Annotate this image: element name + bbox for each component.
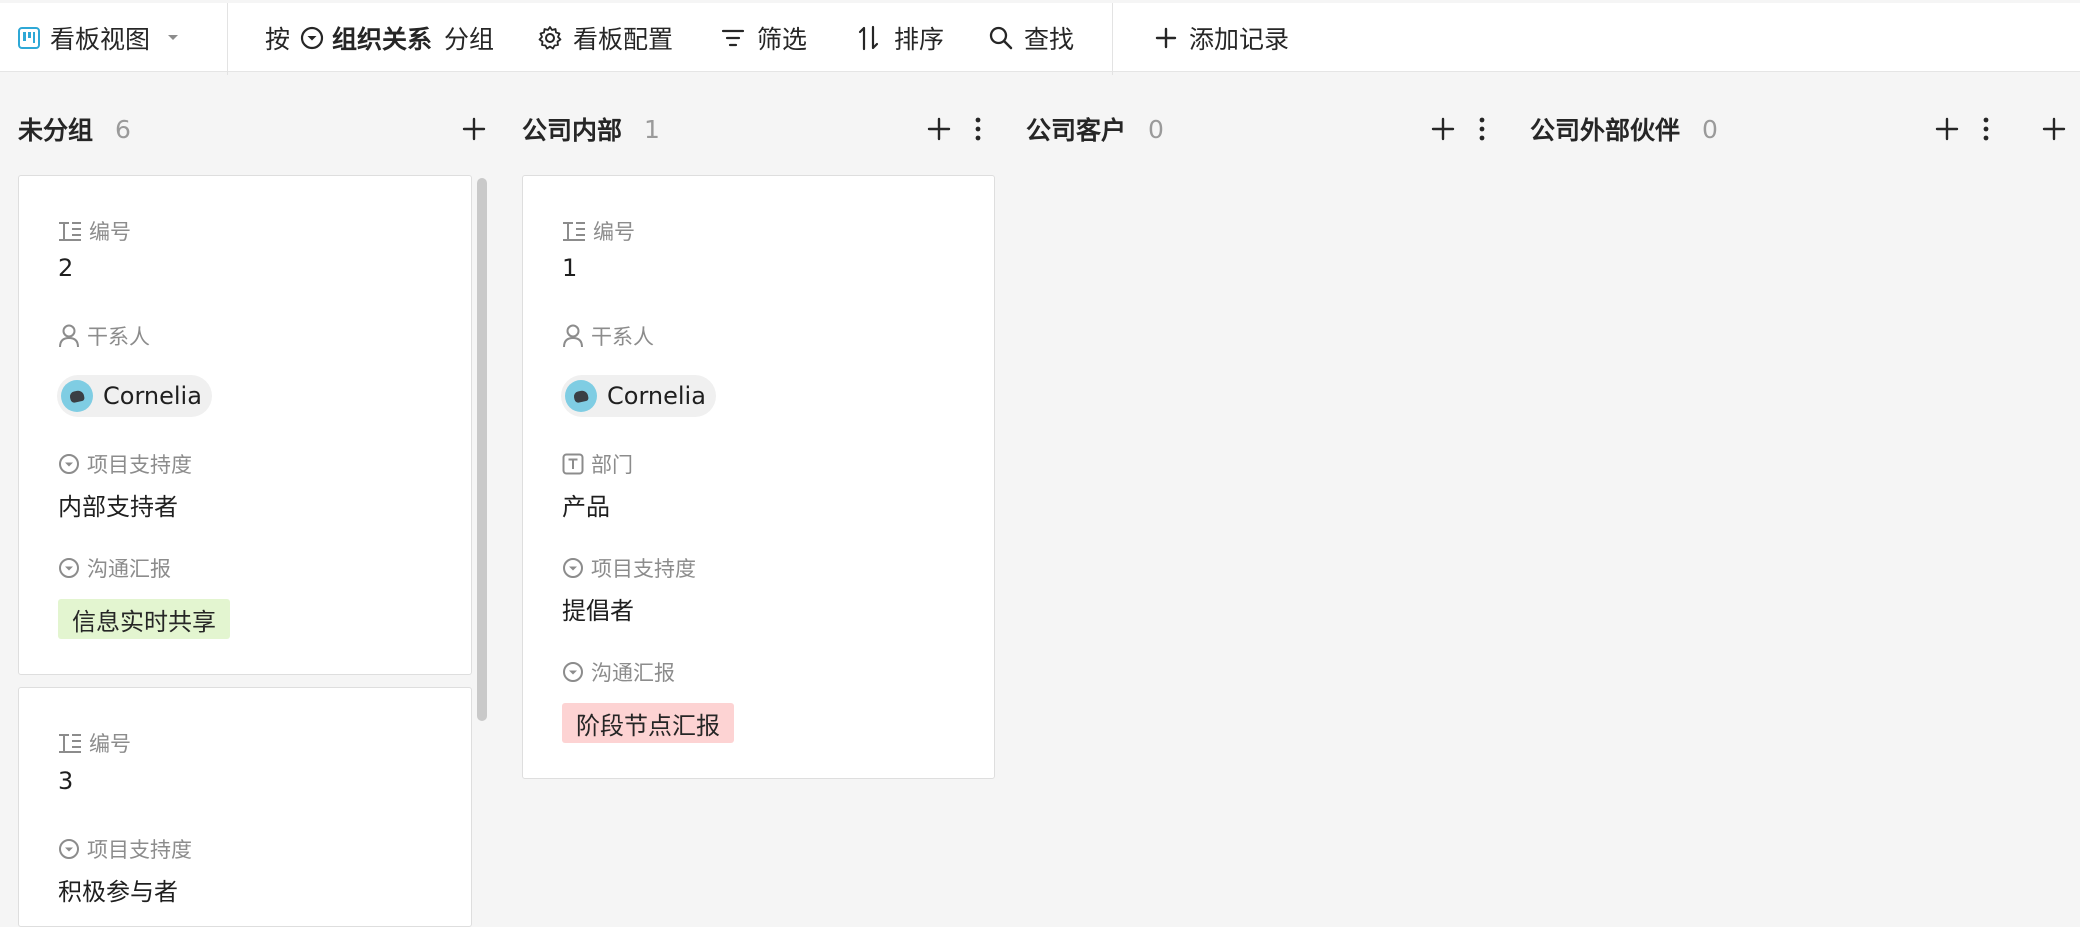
field-label-department: 部门 bbox=[562, 449, 633, 479]
column-header-internal: 公司内部 1 bbox=[522, 112, 660, 146]
gear-icon bbox=[538, 25, 562, 49]
caret-down-icon bbox=[168, 34, 179, 40]
field-label-number: 编号 bbox=[58, 728, 131, 758]
column-more-button[interactable] bbox=[972, 112, 984, 146]
filter-button[interactable]: 筛选 bbox=[721, 3, 807, 72]
single-select-icon bbox=[300, 26, 324, 49]
field-label-report: 沟通汇报 bbox=[58, 553, 171, 583]
plus-icon bbox=[1431, 117, 1455, 141]
report-tag: 信息实时共享 bbox=[58, 599, 230, 639]
add-record-button[interactable]: 添加记录 bbox=[1155, 3, 1289, 72]
field-label-support: 项目支持度 bbox=[58, 834, 192, 864]
column-add-button[interactable] bbox=[1431, 112, 1455, 146]
column-count: 6 bbox=[115, 114, 131, 144]
plus-icon bbox=[927, 117, 951, 141]
text-field-icon bbox=[59, 734, 81, 753]
sort-icon bbox=[858, 25, 879, 50]
field-value-number: 1 bbox=[562, 254, 578, 282]
group-field: 组织关系 bbox=[332, 24, 433, 54]
person-icon bbox=[563, 324, 583, 348]
more-vertical-icon bbox=[1479, 117, 1485, 141]
field-label-stakeholder: 干系人 bbox=[562, 321, 654, 351]
plus-icon bbox=[2042, 117, 2066, 141]
column-count: 1 bbox=[644, 114, 660, 144]
view-label: 看板视图 bbox=[50, 24, 151, 54]
person-icon bbox=[59, 324, 79, 348]
filter-label: 筛选 bbox=[757, 24, 808, 54]
field-value-number: 2 bbox=[58, 254, 74, 282]
column-header-ungrouped: 未分组 6 bbox=[18, 112, 131, 146]
column-name: 公司内部 bbox=[522, 116, 623, 145]
column-add-button[interactable] bbox=[1935, 112, 1959, 146]
kanban-icon bbox=[18, 26, 40, 49]
field-value-department: 产品 bbox=[562, 493, 610, 521]
kanban-config-button[interactable]: 看板配置 bbox=[537, 3, 673, 72]
field-label-support: 项目支持度 bbox=[58, 449, 192, 479]
kanban-card[interactable]: 编号 3 项目支持度 积极参与者 bbox=[18, 687, 472, 927]
plus-icon bbox=[1155, 27, 1177, 48]
field-value-support: 内部支持者 bbox=[58, 493, 178, 521]
sort-button[interactable]: 排序 bbox=[858, 3, 944, 72]
plus-icon bbox=[462, 117, 486, 141]
group-by-button[interactable]: 按 组织关系 分组 bbox=[265, 3, 494, 72]
single-select-icon bbox=[59, 839, 79, 859]
column-name: 未分组 bbox=[18, 116, 94, 145]
toolbar-divider bbox=[1112, 3, 1113, 75]
kanban-card[interactable]: 编号 2 干系人 Cornelia 项目支持度 内部支持者 沟通汇报 信息实时共… bbox=[18, 175, 472, 675]
field-label-number: 编号 bbox=[562, 216, 635, 246]
column-more-button[interactable] bbox=[1476, 112, 1488, 146]
group-prefix: 按 bbox=[265, 24, 291, 54]
single-select-icon bbox=[563, 558, 583, 578]
stakeholder-chip[interactable]: Cornelia bbox=[57, 375, 212, 417]
field-label-report: 沟通汇报 bbox=[562, 657, 675, 687]
group-suffix: 分组 bbox=[444, 24, 495, 54]
text-field-icon bbox=[563, 222, 585, 241]
field-value-support: 提倡者 bbox=[562, 597, 634, 625]
column-more-button[interactable] bbox=[1980, 112, 1992, 146]
single-select-icon bbox=[59, 454, 79, 474]
sort-label: 排序 bbox=[894, 24, 945, 54]
add-record-label: 添加记录 bbox=[1189, 24, 1290, 54]
find-label: 查找 bbox=[1024, 24, 1075, 54]
field-label-number: 编号 bbox=[58, 216, 131, 246]
avatar bbox=[61, 380, 93, 412]
find-button[interactable]: 查找 bbox=[988, 3, 1074, 72]
column-header-partners: 公司外部伙伴 0 bbox=[1530, 112, 1718, 146]
filter-icon bbox=[721, 29, 745, 46]
stakeholder-chip[interactable]: Cornelia bbox=[561, 375, 716, 417]
column-count: 0 bbox=[1148, 114, 1164, 144]
kanban-card[interactable]: 编号 1 干系人 Cornelia 部门 产品 项目支持度 提倡者 沟通汇报 阶… bbox=[522, 175, 995, 779]
column-scrollbar[interactable] bbox=[477, 178, 487, 721]
single-select-icon bbox=[563, 662, 583, 682]
search-icon bbox=[989, 26, 1013, 49]
column-name: 公司客户 bbox=[1026, 116, 1127, 145]
column-name: 公司外部伙伴 bbox=[1530, 116, 1681, 145]
text-field-icon bbox=[59, 222, 81, 241]
column-add-button[interactable] bbox=[927, 112, 951, 146]
toolbar-divider bbox=[227, 3, 228, 75]
column-count: 0 bbox=[1702, 114, 1718, 144]
stakeholder-name: Cornelia bbox=[103, 382, 202, 410]
view-switcher[interactable]: 看板视图 bbox=[18, 3, 180, 72]
column-header-customers: 公司客户 0 bbox=[1026, 112, 1164, 146]
more-vertical-icon bbox=[1983, 117, 1989, 141]
field-value-number: 3 bbox=[58, 767, 74, 795]
column-add-button[interactable] bbox=[462, 112, 486, 146]
report-tag: 阶段节点汇报 bbox=[562, 703, 734, 743]
plus-icon bbox=[1935, 117, 1959, 141]
toolbar: 看板视图 按 组织关系 分组 看板配置 筛选 排序 查找 添加记录 bbox=[0, 3, 2080, 75]
add-group-button[interactable] bbox=[2042, 112, 2066, 146]
field-label-support: 项目支持度 bbox=[562, 553, 696, 583]
field-label-stakeholder: 干系人 bbox=[58, 321, 150, 351]
text-box-icon bbox=[562, 453, 584, 475]
kanban-config-label: 看板配置 bbox=[573, 24, 674, 54]
avatar bbox=[565, 380, 597, 412]
single-select-icon bbox=[59, 558, 79, 578]
more-vertical-icon bbox=[975, 117, 981, 141]
field-value-support: 积极参与者 bbox=[58, 878, 178, 906]
stakeholder-name: Cornelia bbox=[607, 382, 706, 410]
